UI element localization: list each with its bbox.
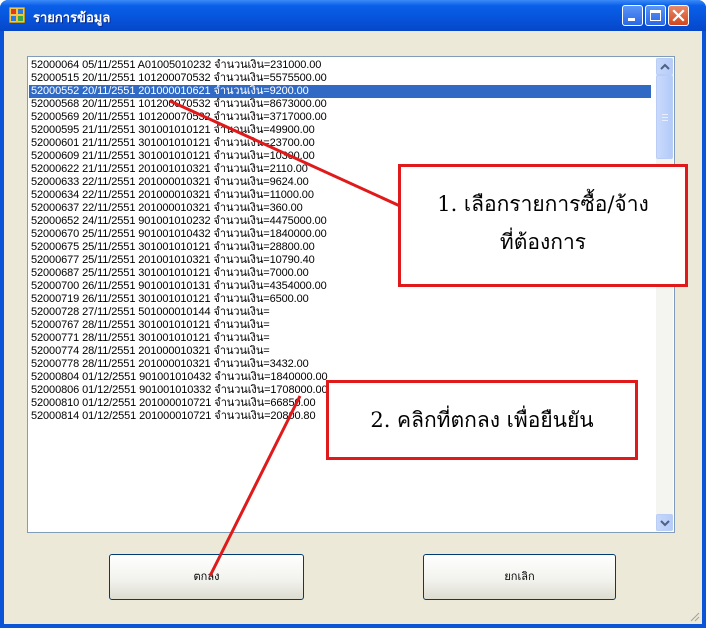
callout-step-1-line-2: ที่ต้องการ: [499, 230, 587, 254]
callout-step-1-line-1: 1. เลือกรายการซื้อ/จ้าง: [437, 192, 649, 216]
callout-step-2: 2. คลิกที่ตกลง เพื่อยืนยัน: [326, 380, 638, 460]
callout-step-1: 1. เลือกรายการซื้อ/จ้าง ที่ต้องการ: [398, 164, 688, 287]
annotation-arrows: [169, 99, 401, 577]
arrow-to-selected-row: [169, 99, 401, 208]
arrow-to-ok-button: [208, 395, 302, 577]
